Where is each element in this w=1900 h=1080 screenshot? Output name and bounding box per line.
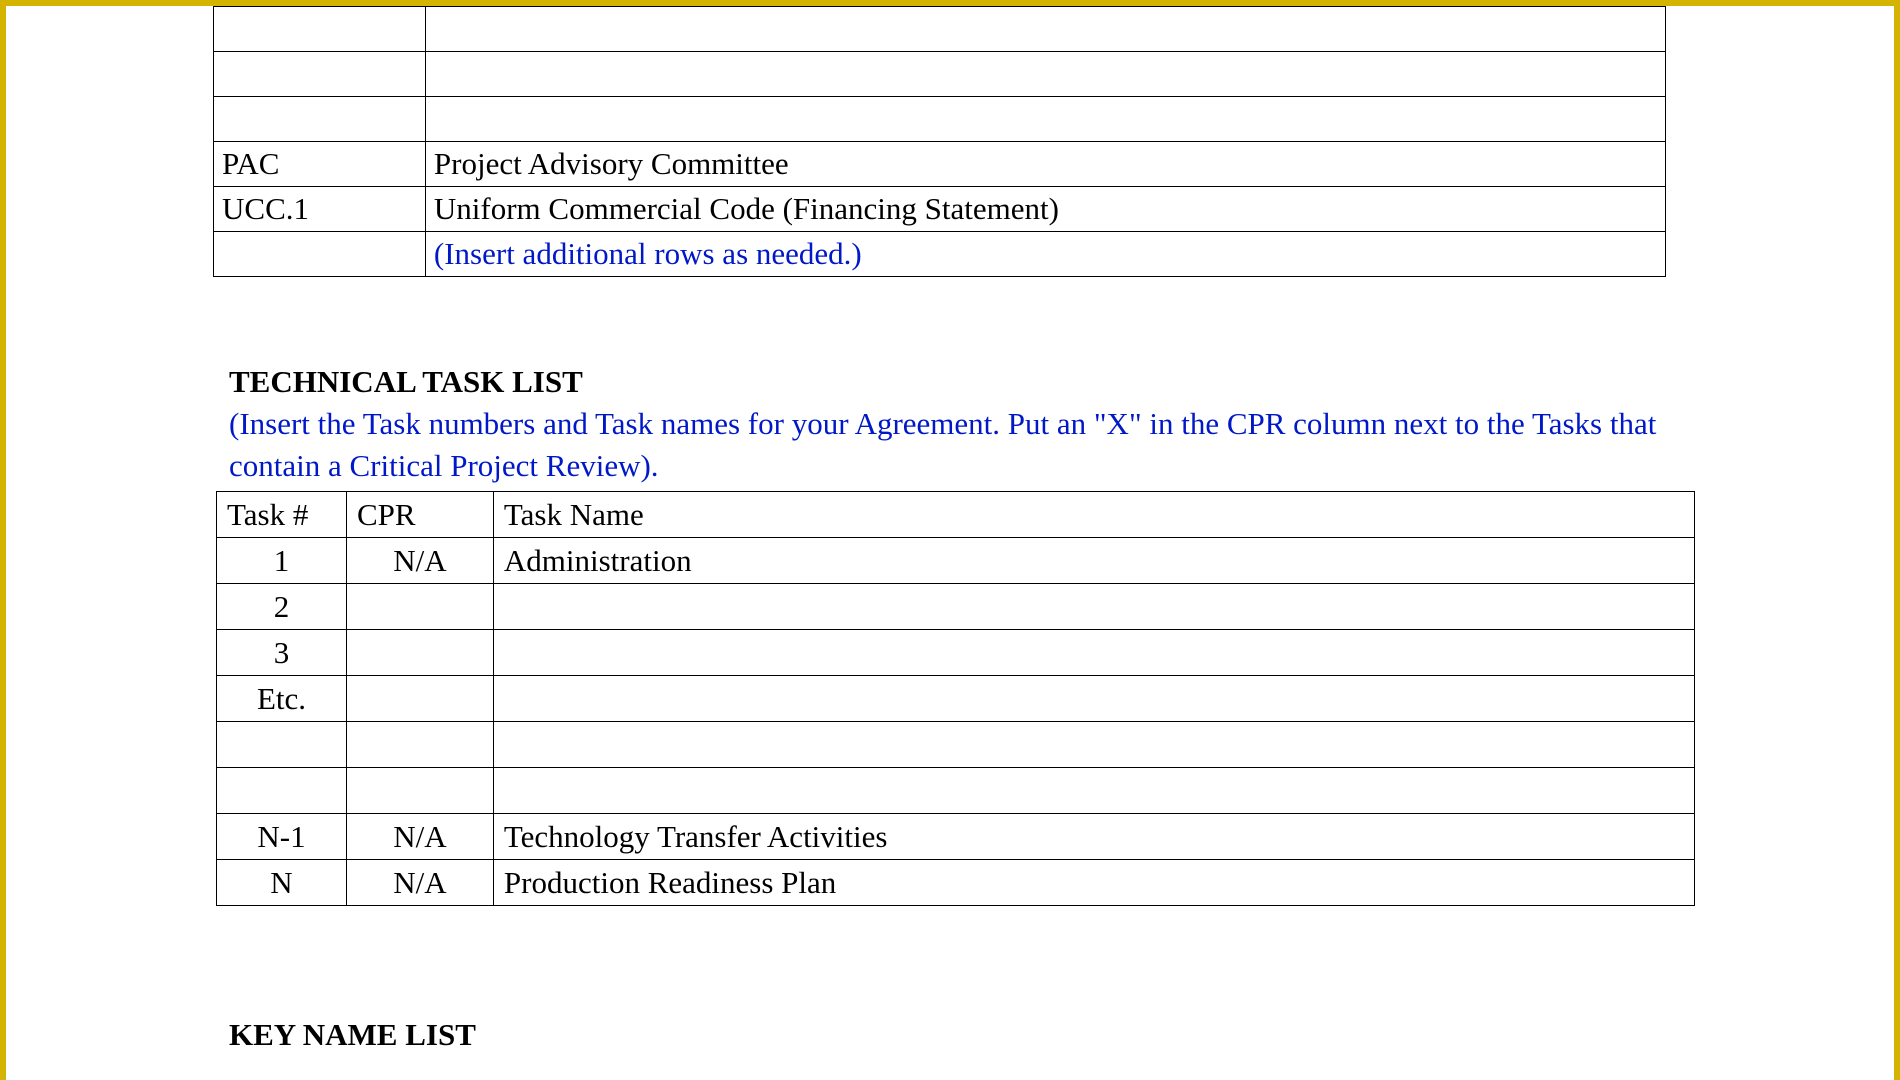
task-name bbox=[493, 722, 1694, 768]
task-num: N-1 bbox=[217, 814, 347, 860]
table-row bbox=[217, 722, 1695, 768]
task-name bbox=[493, 584, 1694, 630]
table-row: 2 bbox=[217, 584, 1695, 630]
def-abbr bbox=[214, 97, 426, 142]
table-row bbox=[217, 768, 1695, 814]
def-abbr bbox=[214, 7, 426, 52]
def-value bbox=[425, 7, 1665, 52]
table-row: 3 bbox=[217, 630, 1695, 676]
table-row bbox=[214, 97, 1666, 142]
def-abbr: PAC bbox=[214, 142, 426, 187]
task-num: N bbox=[217, 860, 347, 906]
def-value: Project Advisory Committee bbox=[425, 142, 1665, 187]
task-cpr bbox=[346, 768, 493, 814]
task-num: 3 bbox=[217, 630, 347, 676]
document-frame: PAC Project Advisory Committee UCC.1 Uni… bbox=[0, 0, 1900, 1080]
task-num bbox=[217, 768, 347, 814]
task-name bbox=[493, 630, 1694, 676]
task-num: 2 bbox=[217, 584, 347, 630]
task-name: Technology Transfer Activities bbox=[493, 814, 1694, 860]
task-table-header-row: Task # CPR Task Name bbox=[217, 492, 1695, 538]
def-abbr bbox=[214, 52, 426, 97]
task-num bbox=[217, 722, 347, 768]
task-name: Administration bbox=[493, 538, 1694, 584]
task-name: Production Readiness Plan bbox=[493, 860, 1694, 906]
table-row: Etc. bbox=[217, 676, 1695, 722]
def-value: Uniform Commercial Code (Financing State… bbox=[425, 187, 1665, 232]
task-cpr bbox=[346, 676, 493, 722]
task-table: Task # CPR Task Name 1 N/A Administratio… bbox=[216, 491, 1695, 906]
technical-task-list-instruction: (Insert the Task numbers and Task names … bbox=[229, 403, 1689, 487]
task-cpr: N/A bbox=[346, 814, 493, 860]
task-cpr bbox=[346, 584, 493, 630]
task-header-cpr: CPR bbox=[346, 492, 493, 538]
table-row: N-1 N/A Technology Transfer Activities bbox=[217, 814, 1695, 860]
document-page: PAC Project Advisory Committee UCC.1 Uni… bbox=[6, 6, 1894, 1080]
task-num: Etc. bbox=[217, 676, 347, 722]
table-row: N N/A Production Readiness Plan bbox=[217, 860, 1695, 906]
task-name bbox=[493, 768, 1694, 814]
task-name bbox=[493, 676, 1694, 722]
task-cpr bbox=[346, 630, 493, 676]
technical-task-list-section: TECHNICAL TASK LIST (Insert the Task num… bbox=[229, 361, 1689, 487]
definitions-table: PAC Project Advisory Committee UCC.1 Uni… bbox=[213, 6, 1666, 277]
table-row bbox=[214, 52, 1666, 97]
task-cpr: N/A bbox=[346, 860, 493, 906]
key-name-list-section: KEY NAME LIST bbox=[229, 1014, 1689, 1056]
task-header-num: Task # bbox=[217, 492, 347, 538]
task-header-name: Task Name bbox=[493, 492, 1694, 538]
table-row bbox=[214, 7, 1666, 52]
table-row: UCC.1 Uniform Commercial Code (Financing… bbox=[214, 187, 1666, 232]
table-row: PAC Project Advisory Committee bbox=[214, 142, 1666, 187]
table-row: 1 N/A Administration bbox=[217, 538, 1695, 584]
technical-task-list-title: TECHNICAL TASK LIST bbox=[229, 361, 1689, 403]
def-abbr: UCC.1 bbox=[214, 187, 426, 232]
table-row: (Insert additional rows as needed.) bbox=[214, 232, 1666, 277]
task-cpr: N/A bbox=[346, 538, 493, 584]
def-value-instr: (Insert additional rows as needed.) bbox=[425, 232, 1665, 277]
task-cpr bbox=[346, 722, 493, 768]
key-name-list-title: KEY NAME LIST bbox=[229, 1014, 1689, 1056]
def-value bbox=[425, 52, 1665, 97]
def-abbr bbox=[214, 232, 426, 277]
task-num: 1 bbox=[217, 538, 347, 584]
def-value bbox=[425, 97, 1665, 142]
